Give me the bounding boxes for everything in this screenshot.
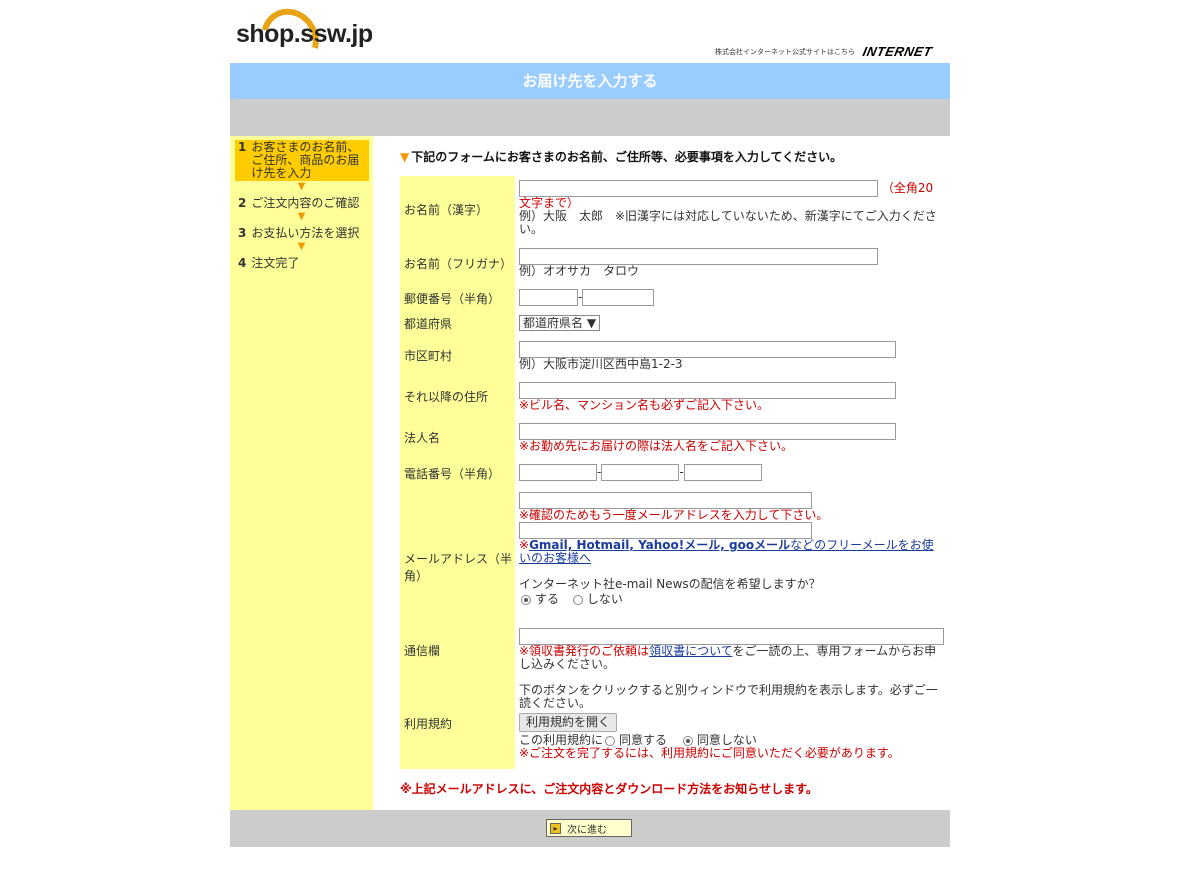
- city-input[interactable]: [519, 341, 896, 358]
- header: shop.ssw.jp 株式会社インターネット公式サイトはこちら INTERNE…: [230, 0, 950, 80]
- row-company: 法人名 ※お勤め先にお届けの際は法人名をご記入下さい。: [400, 417, 945, 458]
- postal-code-first-input[interactable]: [519, 289, 578, 306]
- label-comments: 通信欄: [400, 622, 515, 678]
- email-confirm-input[interactable]: [519, 522, 812, 539]
- open-terms-button[interactable]: 利用規約を開く: [519, 713, 618, 732]
- postal-code-second-input[interactable]: [582, 289, 655, 306]
- label-email: メールアドレス（半角）: [400, 488, 515, 622]
- main-content: ▼ 下記のフォームにお客さまのお名前、ご住所等、必要事項を入力してください。 お名…: [373, 136, 950, 810]
- company-note: ※お勤め先にお届けの際は法人名をご記入下さい。: [519, 439, 794, 453]
- corp-site-link[interactable]: 株式会社インターネット公式サイトはこちら INTERNET: [715, 44, 934, 59]
- row-address: それ以降の住所 ※ビル名、マンション名も必ずご記入下さい。: [400, 376, 945, 417]
- shipping-form: お名前（漢字） （全角20文字まで） 例）大阪 太郎 ※旧漢字には対応していない…: [400, 176, 945, 769]
- company-input[interactable]: [519, 423, 896, 440]
- page-wrapper: shop.ssw.jp 株式会社インターネット公式サイトはこちら INTERNE…: [230, 0, 950, 847]
- step-4: 4 注文完了: [238, 256, 300, 270]
- row-prefecture: 都道府県 都道府県名 ▼: [400, 311, 945, 335]
- label-name-kana: お名前（フリガナ）: [400, 242, 515, 285]
- next-button[interactable]: ▸ 次に進む: [546, 819, 632, 837]
- city-example: 例）大阪市淀川区西中島1-2-3: [519, 357, 683, 371]
- comments-textarea[interactable]: [519, 628, 944, 645]
- row-name-kanji: お名前（漢字） （全角20文字まで） 例）大阪 太郎 ※旧漢字には対応していない…: [400, 176, 945, 242]
- name-kana-input[interactable]: [519, 248, 878, 265]
- email-confirm-note: ※確認のためもう一度メールアドレスを入力して下さい。: [519, 508, 829, 522]
- terms-agree-radio[interactable]: [605, 735, 616, 746]
- corp-logo: INTERNET: [861, 44, 934, 59]
- address-note: ※ビル名、マンション名も必ずご記入下さい。: [519, 398, 770, 412]
- label-city: 市区町村: [400, 335, 515, 376]
- label-terms: 利用規約: [400, 678, 515, 769]
- arrow-right-icon: ▸: [550, 822, 561, 834]
- address-input[interactable]: [519, 382, 896, 399]
- triangle-icon: ▼: [400, 150, 410, 164]
- name-kanji-input[interactable]: [519, 180, 878, 197]
- newsletter-question: インターネット社e-mail Newsの配信を希望しますか？: [519, 577, 821, 591]
- name-kana-example: 例）オオサカ タロウ: [519, 264, 640, 278]
- phone-third-input[interactable]: [683, 464, 762, 481]
- free-mail-link[interactable]: Gmail, Hotmail, Yahoo!メール, gooメールなどのフリーメ…: [519, 538, 934, 565]
- step-arrow-icon: ▼: [297, 211, 306, 222]
- phone-second-input[interactable]: [601, 464, 680, 481]
- step-arrow-icon: ▼: [297, 181, 306, 192]
- terms-description: 下のボタンをクリックすると別ウィンドウで利用規約を表示します。必ずご一読ください…: [519, 683, 938, 710]
- next-button-label: 次に進む: [567, 824, 607, 836]
- form-lead: ▼ 下記のフォームにお客さまのお名前、ご住所等、必要事項を入力してください。: [400, 150, 843, 164]
- row-name-kana: お名前（フリガナ） 例）オオサカ タロウ: [400, 242, 945, 285]
- footer-bar: ▸ 次に進む: [230, 810, 950, 847]
- label-name-kanji: お名前（漢字）: [400, 176, 515, 242]
- top-gray-bar: [230, 99, 950, 136]
- corp-link-text: 株式会社インターネット公式サイトはこちら: [715, 47, 855, 56]
- step-arrow-icon: ▼: [297, 241, 306, 252]
- label-address: それ以降の住所: [400, 376, 515, 417]
- row-postal: 郵便番号（半角） -: [400, 285, 945, 311]
- dropdown-arrow-icon: ▼: [586, 316, 597, 330]
- row-phone: 電話番号（半角） --: [400, 458, 945, 488]
- terms-disagree-radio[interactable]: [682, 735, 693, 746]
- label-prefecture: 都道府県: [400, 311, 515, 335]
- newsletter-no-radio[interactable]: [572, 594, 583, 605]
- steps-sidebar: 1 お客さまのお名前、ご住所、商品のお届け先を入力 ▼ 2 ご注文内容のご確認 ▼ …: [230, 136, 373, 810]
- name-kanji-example: 例）大阪 太郎 ※旧漢字には対応していないため、新漢字にてご入力ください。: [519, 209, 937, 236]
- step-2: 2 ご注文内容のご確認: [238, 196, 360, 210]
- email-input[interactable]: [519, 492, 812, 509]
- logo-text: shop.ssw.jp: [236, 20, 373, 48]
- receipt-info-link[interactable]: 領収書について: [649, 644, 732, 658]
- row-comments: 通信欄 ※領収書発行のご依頼は領収書についてをご一読の上、専用フォームからお申し…: [400, 622, 945, 678]
- page-title: お届け先を入力する: [230, 63, 950, 99]
- email-notice: ※上記メールアドレスに、ご注文内容とダウンロード方法をお知らせします。: [400, 782, 818, 796]
- label-postal: 郵便番号（半角）: [400, 285, 515, 311]
- terms-note: ※ご注文を完了するには、利用規約にご同意いただく必要があります。: [519, 746, 900, 760]
- row-email: メールアドレス（半角） ※確認のためもう一度メールアドレスを入力して下さい。 ※…: [400, 488, 945, 622]
- step-1: 1 お客さまのお名前、ご住所、商品のお届け先を入力: [235, 140, 369, 181]
- newsletter-yes-radio[interactable]: [521, 594, 531, 605]
- row-city: 市区町村 例）大阪市淀川区西中島1-2-3: [400, 335, 945, 376]
- phone-first-input[interactable]: [519, 464, 597, 481]
- prefecture-select[interactable]: 都道府県名 ▼: [519, 315, 601, 331]
- step-3: 3 お支払い方法を選択: [238, 226, 360, 240]
- label-phone: 電話番号（半角）: [400, 458, 515, 488]
- row-terms: 利用規約 下のボタンをクリックすると別ウィンドウで利用規約を表示します。必ずご一…: [400, 678, 945, 769]
- label-company: 法人名: [400, 417, 515, 458]
